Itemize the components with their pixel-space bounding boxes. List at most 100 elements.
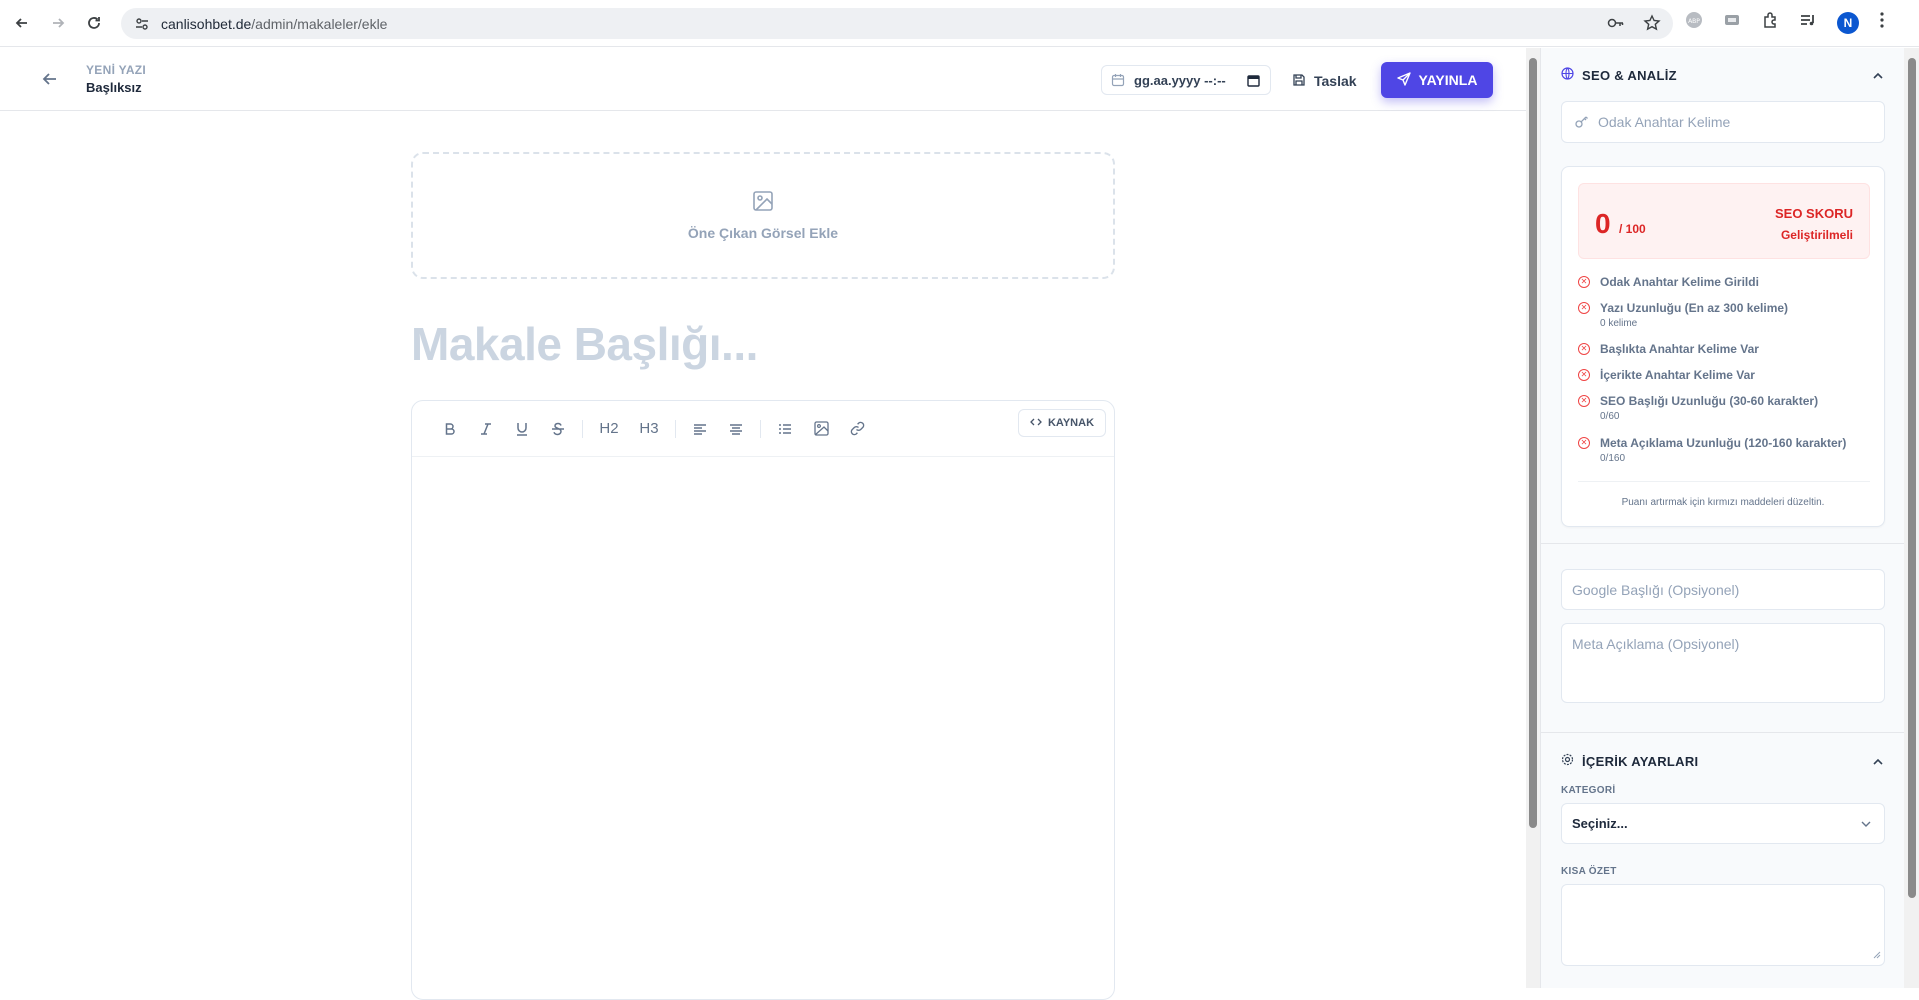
meta-description-placeholder: Meta Açıklama (Opsiyonel) <box>1572 636 1740 652</box>
insert-image-button[interactable] <box>803 411 839 447</box>
key-icon <box>1574 114 1590 130</box>
fail-x-icon: ✕ <box>1578 302 1590 314</box>
editor-scrollbar[interactable] <box>1526 48 1540 988</box>
seo-score-title: SEO SKORU <box>1774 206 1853 221</box>
extension-icon[interactable] <box>1723 11 1741 34</box>
italic-button[interactable] <box>468 411 504 447</box>
doc-name: Başlıksız <box>86 80 142 95</box>
image-icon <box>752 190 774 217</box>
reload-icon[interactable] <box>80 9 108 37</box>
check-label: Meta Açıklama Uzunluğu (120-160 karakter… <box>1600 436 1847 450</box>
strikethrough-button[interactable] <box>540 411 576 447</box>
media-controls-icon[interactable] <box>1799 11 1817 34</box>
check-label: SEO Başlığı Uzunluğu (30-60 karakter) <box>1600 394 1819 408</box>
check-sub: 0 kelime <box>1600 318 1638 329</box>
code-icon <box>1030 417 1042 430</box>
rich-text-editor[interactable]: H2 H3 KAYNAK <box>411 400 1115 1000</box>
url-text: canlisohbet.de/admin/makaleler/ekle <box>161 16 387 32</box>
seo-section-header[interactable]: SEO & ANALİZ <box>1561 67 1677 83</box>
doc-kicker: YENİ YAZI <box>86 63 147 77</box>
toolbar-separator <box>760 419 761 438</box>
featured-image-dropzone[interactable]: Öne Çıkan Görsel Ekle <box>411 152 1115 279</box>
check-sub: 0/60 <box>1600 411 1620 422</box>
align-center-button[interactable] <box>718 411 754 447</box>
back-arrow-icon[interactable] <box>40 69 60 94</box>
section-divider <box>1541 543 1905 544</box>
toolbar-separator <box>675 419 676 438</box>
seo-check-item: ✕ İçerikte Anahtar Kelime Var <box>1578 368 1755 382</box>
heading-2-button[interactable]: H2 <box>589 411 629 447</box>
content-settings-header[interactable]: İÇERİK AYARLARI <box>1561 753 1698 769</box>
date-picker-icon[interactable] <box>1247 74 1260 87</box>
seo-check-item: ✕ SEO Başlığı Uzunluğu (30-60 karakter) 0… <box>1578 394 1818 422</box>
article-title-input[interactable]: Makale Başlığı... <box>411 317 758 371</box>
password-key-icon[interactable] <box>1607 14 1625 37</box>
category-label: KATEGORİ <box>1561 785 1616 796</box>
focus-keyword-input[interactable]: Odak Anahtar Kelime <box>1561 101 1885 143</box>
summary-label: KISA ÖZET <box>1561 866 1617 877</box>
save-draft-button[interactable]: Taslak <box>1292 66 1357 96</box>
chevron-up-icon[interactable] <box>1872 69 1884 87</box>
seo-hint: Puanı artırmak için kırmızı maddeleri dü… <box>1621 497 1825 508</box>
back-icon[interactable] <box>8 9 36 37</box>
publish-button[interactable]: YAYINLA <box>1381 62 1493 98</box>
summary-textarea[interactable] <box>1561 884 1885 966</box>
underline-button[interactable] <box>504 411 540 447</box>
category-select[interactable]: Seçiniz... <box>1561 803 1885 844</box>
draft-label: Taslak <box>1314 73 1357 89</box>
browser-toolbar: canlisohbet.de/admin/makaleler/ekle ABP … <box>0 0 1919 47</box>
section-divider <box>1541 732 1905 733</box>
gear-icon <box>1561 753 1574 769</box>
seo-check-item: ✕ Yazı Uzunluğu (En az 300 kelime) 0 keli… <box>1578 301 1788 329</box>
forward-icon[interactable] <box>44 9 72 37</box>
publish-label: YAYINLA <box>1418 72 1478 88</box>
seo-check-item: ✕ Başlıkta Anahtar Kelime Var <box>1578 342 1759 356</box>
insert-link-button[interactable] <box>839 411 875 447</box>
globe-icon <box>1561 67 1574 83</box>
bullet-list-button[interactable] <box>767 411 803 447</box>
check-label: Yazı Uzunluğu (En az 300 kelime) <box>1600 301 1789 315</box>
fail-x-icon: ✕ <box>1578 343 1590 355</box>
heading-3-button[interactable]: H3 <box>629 411 669 447</box>
scrollbar-thumb[interactable] <box>1529 58 1537 828</box>
sidebar-scrollbar[interactable] <box>1904 48 1919 988</box>
content-settings-title: İÇERİK AYARLARI <box>1582 753 1699 769</box>
editor-toolbar: H2 H3 KAYNAK <box>412 401 1114 457</box>
toolbar-separator <box>582 419 583 438</box>
send-icon <box>1396 71 1411 89</box>
profile-avatar[interactable]: N <box>1837 11 1859 34</box>
seo-score-value: 0 <box>1595 208 1611 239</box>
url-path: /admin/makaleler/ekle <box>251 15 388 32</box>
focus-keyword-placeholder: Odak Anahtar Kelime <box>1598 114 1731 130</box>
google-title-placeholder: Google Başlığı (Opsiyonel) <box>1572 581 1740 598</box>
seo-check-item: ✕ Meta Açıklama Uzunluğu (120-160 karakt… <box>1578 436 1846 464</box>
chevron-up-icon[interactable] <box>1872 755 1884 773</box>
check-label: Başlıkta Anahtar Kelime Var <box>1600 342 1759 356</box>
editor-main: Öne Çıkan Görsel Ekle Makale Başlığı... … <box>0 112 1526 1000</box>
check-sub: 0/160 <box>1600 453 1626 464</box>
category-value: Seçiniz... <box>1572 816 1628 831</box>
seo-score-max: / 100 <box>1619 222 1646 236</box>
address-bar[interactable]: canlisohbet.de/admin/makaleler/ekle <box>121 8 1673 39</box>
fail-x-icon: ✕ <box>1578 395 1590 407</box>
align-left-button[interactable] <box>682 411 718 447</box>
chevron-down-icon <box>1860 818 1872 830</box>
publish-date-input[interactable]: gg.aa.yyyy --:-- <box>1101 65 1271 95</box>
calendar-icon <box>1111 73 1125 87</box>
seo-section-title: SEO & ANALİZ <box>1582 67 1677 83</box>
bold-button[interactable] <box>432 411 468 447</box>
url-host: canlisohbet.de <box>161 15 252 32</box>
resize-handle-icon[interactable] <box>1873 946 1881 962</box>
meta-description-textarea[interactable]: Meta Açıklama (Opsiyonel) <box>1561 623 1885 703</box>
site-settings-icon[interactable] <box>133 15 151 33</box>
settings-sidebar: SEO & ANALİZ Odak Anahtar Kelime 0 / 100… <box>1540 48 1905 988</box>
bookmark-star-icon[interactable] <box>1643 14 1661 37</box>
menu-kebab-icon[interactable] <box>1879 11 1885 34</box>
fail-x-icon: ✕ <box>1578 276 1590 288</box>
source-code-button[interactable]: KAYNAK <box>1018 409 1106 437</box>
sidebar-scrollbar-thumb[interactable] <box>1908 58 1916 898</box>
adblock-extension-icon[interactable]: ABP <box>1685 11 1703 34</box>
extensions-puzzle-icon[interactable] <box>1761 11 1779 34</box>
seo-score-card: 0 / 100 SEO SKORU Geliştirilmeli ✕ Odak … <box>1561 166 1885 527</box>
google-title-input[interactable]: Google Başlığı (Opsiyonel) <box>1561 569 1885 610</box>
